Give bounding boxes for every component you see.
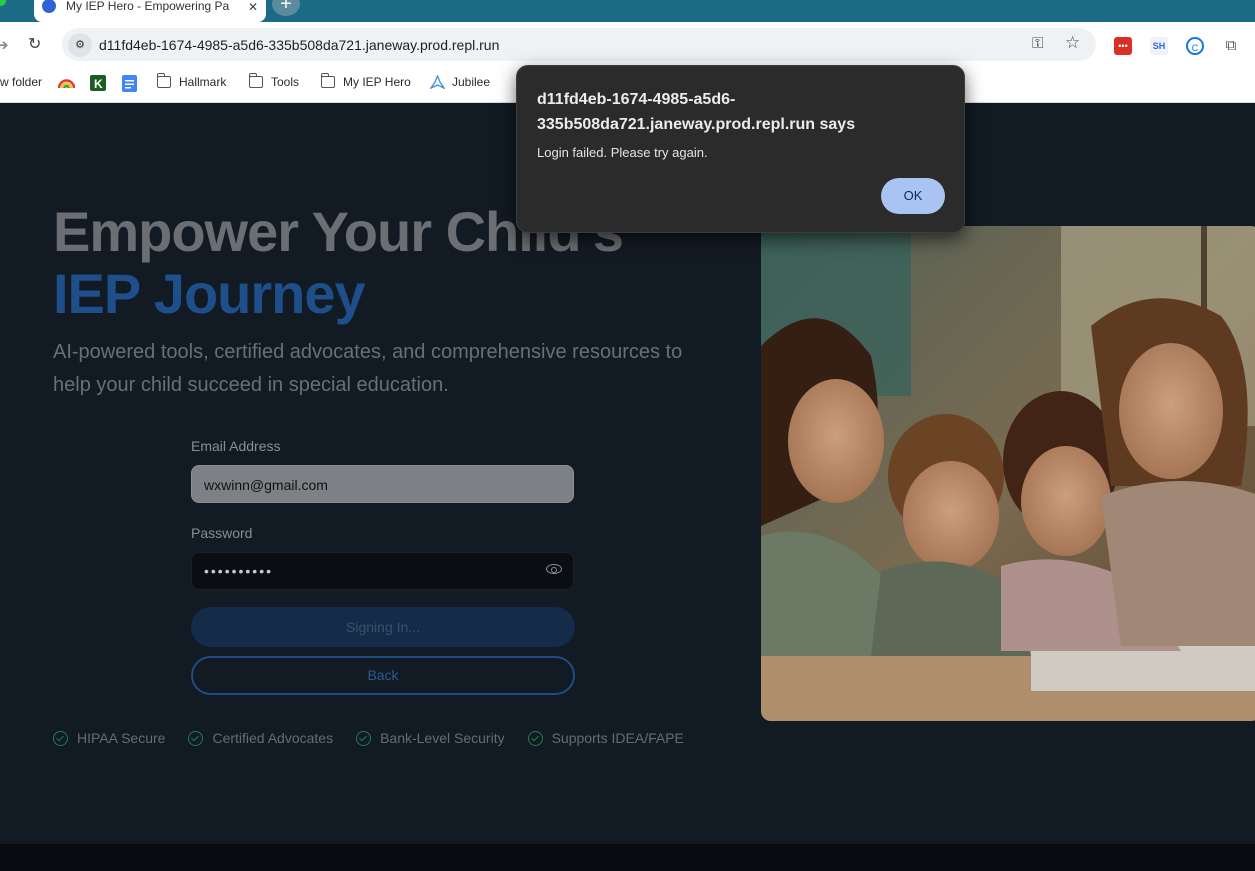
- window-zoom-button[interactable]: [0, 0, 6, 6]
- reload-icon[interactable]: ↻: [28, 34, 41, 54]
- alert-dialog-title: d11fd4eb-1674-4985-a5d6-335b508da721.jan…: [537, 91, 856, 133]
- bookmark-label: Jubilee: [452, 75, 491, 89]
- bookmark-label: Tools: [271, 75, 300, 89]
- bookmark-label: w folder: [0, 75, 43, 89]
- bookmark-my-iep-hero[interactable]: My IEP Hero: [320, 73, 411, 89]
- bookmark-docs[interactable]: [122, 75, 137, 92]
- bookmark-hallmark[interactable]: Hallmark: [156, 73, 227, 89]
- extension-lastpass-icon[interactable]: •••: [1114, 37, 1132, 55]
- extension-sh-icon[interactable]: SH: [1150, 37, 1168, 55]
- docs-icon: [122, 75, 137, 92]
- k-icon: K: [90, 75, 106, 91]
- bookmark-k[interactable]: K: [90, 75, 106, 91]
- page-footer-strip: [0, 844, 1255, 871]
- check-circle-icon: [356, 730, 372, 746]
- password-value: ••••••••••: [204, 563, 274, 579]
- hero-subtitle: AI-powered tools, certified advocates, a…: [53, 341, 683, 396]
- sign-in-button[interactable]: Signing In...: [191, 607, 575, 647]
- bookmark-jubilee[interactable]: Jubilee: [430, 75, 490, 89]
- folder-icon: [320, 73, 335, 88]
- browser-tab-active[interactable]: My IEP Hero - Empowering Pa ✕: [34, 0, 266, 22]
- browser-tab-strip: My IEP Hero - Empowering Pa ✕ +: [0, 0, 1255, 22]
- folder-icon: [156, 73, 171, 88]
- alert-dialog-message: Login failed. Please try again.: [537, 145, 708, 160]
- alert-dialog: d11fd4eb-1674-4985-a5d6-335b508da721.jan…: [516, 65, 965, 233]
- hero-family-photo: [761, 226, 1255, 721]
- bookmark-new-folder[interactable]: w folder: [0, 75, 42, 89]
- bookmark-label: Hallmark: [179, 75, 227, 89]
- forward-icon[interactable]: ➔: [0, 36, 9, 54]
- password-label: Password: [191, 525, 253, 541]
- back-button[interactable]: Back: [191, 656, 575, 695]
- address-bar-url[interactable]: d11fd4eb-1674-4985-a5d6-335b508da721.jan…: [99, 37, 499, 53]
- alert-ok-button[interactable]: OK: [881, 178, 945, 214]
- check-circle-icon: [53, 730, 68, 746]
- svg-text:K: K: [94, 77, 103, 91]
- address-bar[interactable]: ⚙ d11fd4eb-1674-4985-a5d6-335b508da721.j…: [62, 28, 1096, 61]
- feature-label: Bank-Level Security: [380, 730, 505, 746]
- bookmark-label: My IEP Hero: [343, 75, 411, 89]
- feature-label: HIPAA Secure: [77, 730, 166, 746]
- hero-title-line2: IEP Journey: [53, 262, 366, 325]
- feature-label: Certified Advocates: [212, 730, 334, 746]
- feature-label: Supports IDEA/FAPE: [551, 730, 684, 746]
- feature-item: HIPAA Secure: [53, 730, 165, 746]
- jubilee-icon: [430, 75, 445, 89]
- feature-item: Bank-Level Security: [356, 730, 505, 746]
- extension-c-icon[interactable]: C: [1186, 37, 1204, 55]
- site-favicon-icon: [42, 0, 56, 13]
- check-circle-icon: [188, 730, 204, 746]
- email-label: Email Address: [191, 438, 281, 454]
- tab-close-icon[interactable]: ✕: [248, 0, 258, 14]
- site-info-icon[interactable]: ⚙: [68, 33, 92, 57]
- extensions-puzzle-icon[interactable]: ⧉: [1222, 37, 1240, 55]
- browser-toolbar: ➔ ↻ ⚙ d11fd4eb-1674-4985-a5d6-335b508da7…: [0, 22, 1255, 67]
- show-password-eye-icon[interactable]: [546, 564, 562, 574]
- feature-item: Certified Advocates: [188, 730, 333, 746]
- bookmark-star-icon[interactable]: ☆: [1065, 33, 1080, 53]
- new-tab-button[interactable]: +: [272, 0, 300, 16]
- check-circle-icon: [527, 730, 543, 746]
- feature-list: HIPAA Secure Certified Advocates Bank-Le…: [53, 730, 707, 746]
- rainbow-icon: [58, 79, 75, 89]
- tab-title: My IEP Hero - Empowering Pa: [66, 0, 230, 13]
- folder-icon: [248, 73, 263, 88]
- login-form: Email Address wxwinn@gmail.com Password …: [191, 438, 575, 695]
- bookmark-rainbow[interactable]: [58, 75, 75, 89]
- password-key-icon[interactable]: ⚿: [1032, 35, 1043, 52]
- feature-item: Supports IDEA/FAPE: [527, 730, 684, 746]
- email-field[interactable]: wxwinn@gmail.com: [191, 465, 574, 503]
- bookmark-tools[interactable]: Tools: [248, 73, 300, 89]
- password-field[interactable]: ••••••••••: [191, 552, 574, 590]
